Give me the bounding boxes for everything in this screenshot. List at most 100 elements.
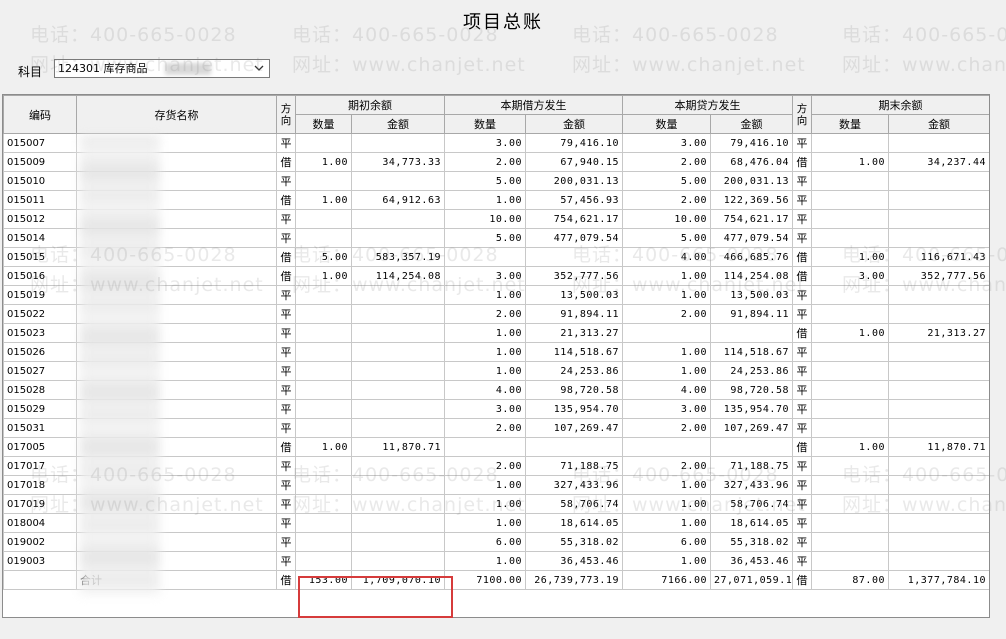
cell-cq[interactable]: 5.00 (622, 171, 711, 191)
cell-da[interactable]: 114,518.67 (525, 342, 623, 362)
cell-name[interactable] (76, 171, 277, 191)
header-dir-opening[interactable]: 方向 (276, 95, 296, 134)
cell-dir1[interactable]: 平 (276, 494, 296, 514)
cell-da[interactable]: 352,777.56 (525, 266, 623, 286)
table-row[interactable]: 015029 平 3.00 135,954.70 3.00 135,954.70 平 (3, 399, 989, 419)
cell-eq[interactable] (811, 399, 889, 419)
cell-oa[interactable] (351, 228, 445, 248)
cell-oa[interactable] (351, 323, 445, 343)
table-row[interactable]: 015007 平 3.00 79,416.10 3.00 79,416.10 平 (3, 133, 989, 153)
cell-cq[interactable]: 1.00 (622, 342, 711, 362)
cell-code[interactable]: 015016 (3, 266, 77, 286)
cell-oq[interactable] (295, 342, 352, 362)
cell-da[interactable]: 58,706.74 (525, 494, 623, 514)
cell-da[interactable]: 200,031.13 (525, 171, 623, 191)
cell-name[interactable]: 合计 (76, 570, 277, 590)
cell-cq[interactable]: 4.00 (622, 380, 711, 400)
cell-code[interactable]: 015011 (3, 190, 77, 210)
cell-ca[interactable]: 466,685.76 (710, 247, 793, 267)
cell-ca[interactable]: 18,614.05 (710, 513, 793, 533)
cell-dir2[interactable]: 平 (792, 361, 812, 381)
cell-ca[interactable]: 91,894.11 (710, 304, 793, 324)
cell-name[interactable] (76, 133, 277, 153)
cell-name[interactable] (76, 342, 277, 362)
cell-dq[interactable]: 2.00 (444, 152, 526, 172)
cell-cq[interactable]: 5.00 (622, 228, 711, 248)
cell-ca[interactable]: 114,518.67 (710, 342, 793, 362)
cell-name[interactable] (76, 456, 277, 476)
cell-dir2[interactable]: 平 (792, 418, 812, 438)
cell-dq[interactable]: 2.00 (444, 418, 526, 438)
cell-ea[interactable] (888, 475, 989, 495)
cell-ea[interactable] (888, 456, 989, 476)
cell-ea[interactable] (888, 532, 989, 552)
cell-dq[interactable]: 5.00 (444, 171, 526, 191)
cell-da[interactable] (525, 437, 623, 457)
cell-eq[interactable] (811, 475, 889, 495)
cell-name[interactable] (76, 399, 277, 419)
cell-ea[interactable] (888, 551, 989, 571)
cell-dir2[interactable]: 平 (792, 209, 812, 229)
cell-oa[interactable] (351, 399, 445, 419)
cell-da[interactable]: 55,318.02 (525, 532, 623, 552)
header-code[interactable]: 编码 (3, 95, 77, 134)
cell-cq[interactable]: 1.00 (622, 513, 711, 533)
cell-oa[interactable] (351, 513, 445, 533)
cell-cq[interactable]: 2.00 (622, 190, 711, 210)
cell-dir1[interactable]: 借 (276, 437, 296, 457)
cell-dir1[interactable]: 借 (276, 247, 296, 267)
cell-eq[interactable] (811, 171, 889, 191)
cell-code[interactable]: 015015 (3, 247, 77, 267)
cell-dq[interactable]: 1.00 (444, 494, 526, 514)
cell-dir2[interactable]: 平 (792, 190, 812, 210)
cell-code[interactable]: 015010 (3, 171, 77, 191)
cell-oq[interactable] (295, 513, 352, 533)
cell-oq[interactable] (295, 418, 352, 438)
cell-dq[interactable]: 1.00 (444, 190, 526, 210)
cell-oa[interactable] (351, 304, 445, 324)
cell-code[interactable]: 015007 (3, 133, 77, 153)
cell-oq[interactable] (295, 171, 352, 191)
cell-dq[interactable]: 5.00 (444, 228, 526, 248)
cell-eq[interactable] (811, 190, 889, 210)
cell-dir1[interactable]: 平 (276, 285, 296, 305)
table-row[interactable]: 017005 借 1.00 11,870.71 借 1.00 11,870.71 (3, 437, 989, 457)
cell-cq[interactable]: 6.00 (622, 532, 711, 552)
header-debit-amt[interactable]: 金额 (525, 114, 623, 134)
header-credit-amt[interactable]: 金额 (710, 114, 793, 134)
cell-ea[interactable] (888, 133, 989, 153)
cell-cq[interactable]: 1.00 (622, 551, 711, 571)
cell-dir2[interactable]: 平 (792, 494, 812, 514)
cell-oa[interactable] (351, 361, 445, 381)
cell-dq[interactable]: 1.00 (444, 342, 526, 362)
header-dir-closing[interactable]: 方向 (792, 95, 812, 134)
cell-ca[interactable]: 114,254.08 (710, 266, 793, 286)
cell-cq[interactable]: 7166.00 (622, 570, 711, 590)
cell-dq[interactable]: 4.00 (444, 380, 526, 400)
cell-name[interactable] (76, 304, 277, 324)
cell-code[interactable]: 015009 (3, 152, 77, 172)
cell-cq[interactable]: 2.00 (622, 304, 711, 324)
table-row[interactable]: 015010 平 5.00 200,031.13 5.00 200,031.13 平 (3, 171, 989, 191)
cell-name[interactable] (76, 323, 277, 343)
cell-dir1[interactable]: 平 (276, 209, 296, 229)
table-row[interactable]: 017018 平 1.00 327,433.96 1.00 327,433.96 平 (3, 475, 989, 495)
cell-oq[interactable] (295, 209, 352, 229)
cell-oa[interactable]: 114,254.08 (351, 266, 445, 286)
cell-name[interactable] (76, 380, 277, 400)
cell-dir1[interactable]: 平 (276, 133, 296, 153)
cell-dq[interactable]: 7100.00 (444, 570, 526, 590)
table-row[interactable]: 015014 平 5.00 477,079.54 5.00 477,079.54 平 (3, 228, 989, 248)
cell-oa[interactable]: 64,912.63 (351, 190, 445, 210)
cell-oa[interactable] (351, 475, 445, 495)
cell-dq[interactable]: 6.00 (444, 532, 526, 552)
cell-oq[interactable] (295, 456, 352, 476)
cell-oq[interactable] (295, 228, 352, 248)
cell-dq[interactable]: 2.00 (444, 304, 526, 324)
cell-name[interactable] (76, 285, 277, 305)
cell-dq[interactable]: 1.00 (444, 361, 526, 381)
cell-ea[interactable] (888, 190, 989, 210)
cell-da[interactable]: 91,894.11 (525, 304, 623, 324)
cell-da[interactable]: 18,614.05 (525, 513, 623, 533)
cell-oq[interactable]: 5.00 (295, 247, 352, 267)
